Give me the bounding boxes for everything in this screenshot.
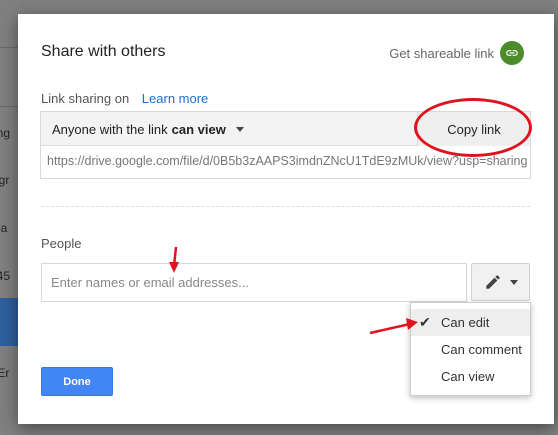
link-access-dropdown[interactable]: Anyone with the link can view <box>52 122 244 137</box>
background-row: - Er <box>0 366 10 380</box>
permission-dropdown-button[interactable] <box>471 263 530 301</box>
link-sharing-status: Link sharing on Learn more <box>41 91 208 106</box>
background-divider <box>0 106 18 107</box>
background-row: 345 <box>0 269 11 283</box>
menu-item-label: Can comment <box>441 342 522 357</box>
share-dialog: Share with others Get shareable link Lin… <box>18 14 554 424</box>
pencil-icon <box>485 275 500 289</box>
background-row: Ugr <box>0 173 10 187</box>
background-row: png <box>0 126 11 140</box>
link-access-prefix: Anyone with the link <box>52 122 168 137</box>
get-shareable-link[interactable]: Get shareable link <box>389 41 524 65</box>
get-shareable-link-label[interactable]: Get shareable link <box>389 46 494 61</box>
checkmark-icon: ✔ <box>419 314 431 330</box>
background-page-right <box>554 0 558 435</box>
background-selected-row <box>0 298 18 346</box>
people-input[interactable] <box>42 264 466 301</box>
menu-item-can-view[interactable]: Can view <box>411 363 530 390</box>
background-row: e-a <box>0 221 8 235</box>
menu-item-can-edit[interactable]: ✔ Can edit <box>411 309 530 336</box>
people-input-wrapper <box>41 263 467 302</box>
link-icon[interactable] <box>500 41 524 65</box>
permission-menu: ✔ Can edit Can comment Can view <box>410 302 531 396</box>
dropdown-caret-icon <box>235 127 244 132</box>
menu-item-label: Can view <box>441 369 495 384</box>
menu-item-label: Can edit <box>441 315 490 330</box>
people-label: People <box>41 236 82 251</box>
done-button[interactable]: Done <box>41 367 113 396</box>
annotation-red-ellipse <box>414 98 532 157</box>
learn-more-link[interactable]: Learn more <box>142 91 208 106</box>
dropdown-caret-icon <box>509 279 518 285</box>
dialog-title: Share with others <box>41 43 166 60</box>
menu-item-can-comment[interactable]: Can comment <box>411 336 530 363</box>
link-access-level: can view <box>171 122 226 137</box>
link-sharing-label: Link sharing on <box>41 91 130 106</box>
shareable-url-field[interactable]: https://drive.google.com/file/d/0B5b3zAA… <box>47 154 529 168</box>
background-divider <box>0 47 18 48</box>
section-divider <box>41 206 530 207</box>
